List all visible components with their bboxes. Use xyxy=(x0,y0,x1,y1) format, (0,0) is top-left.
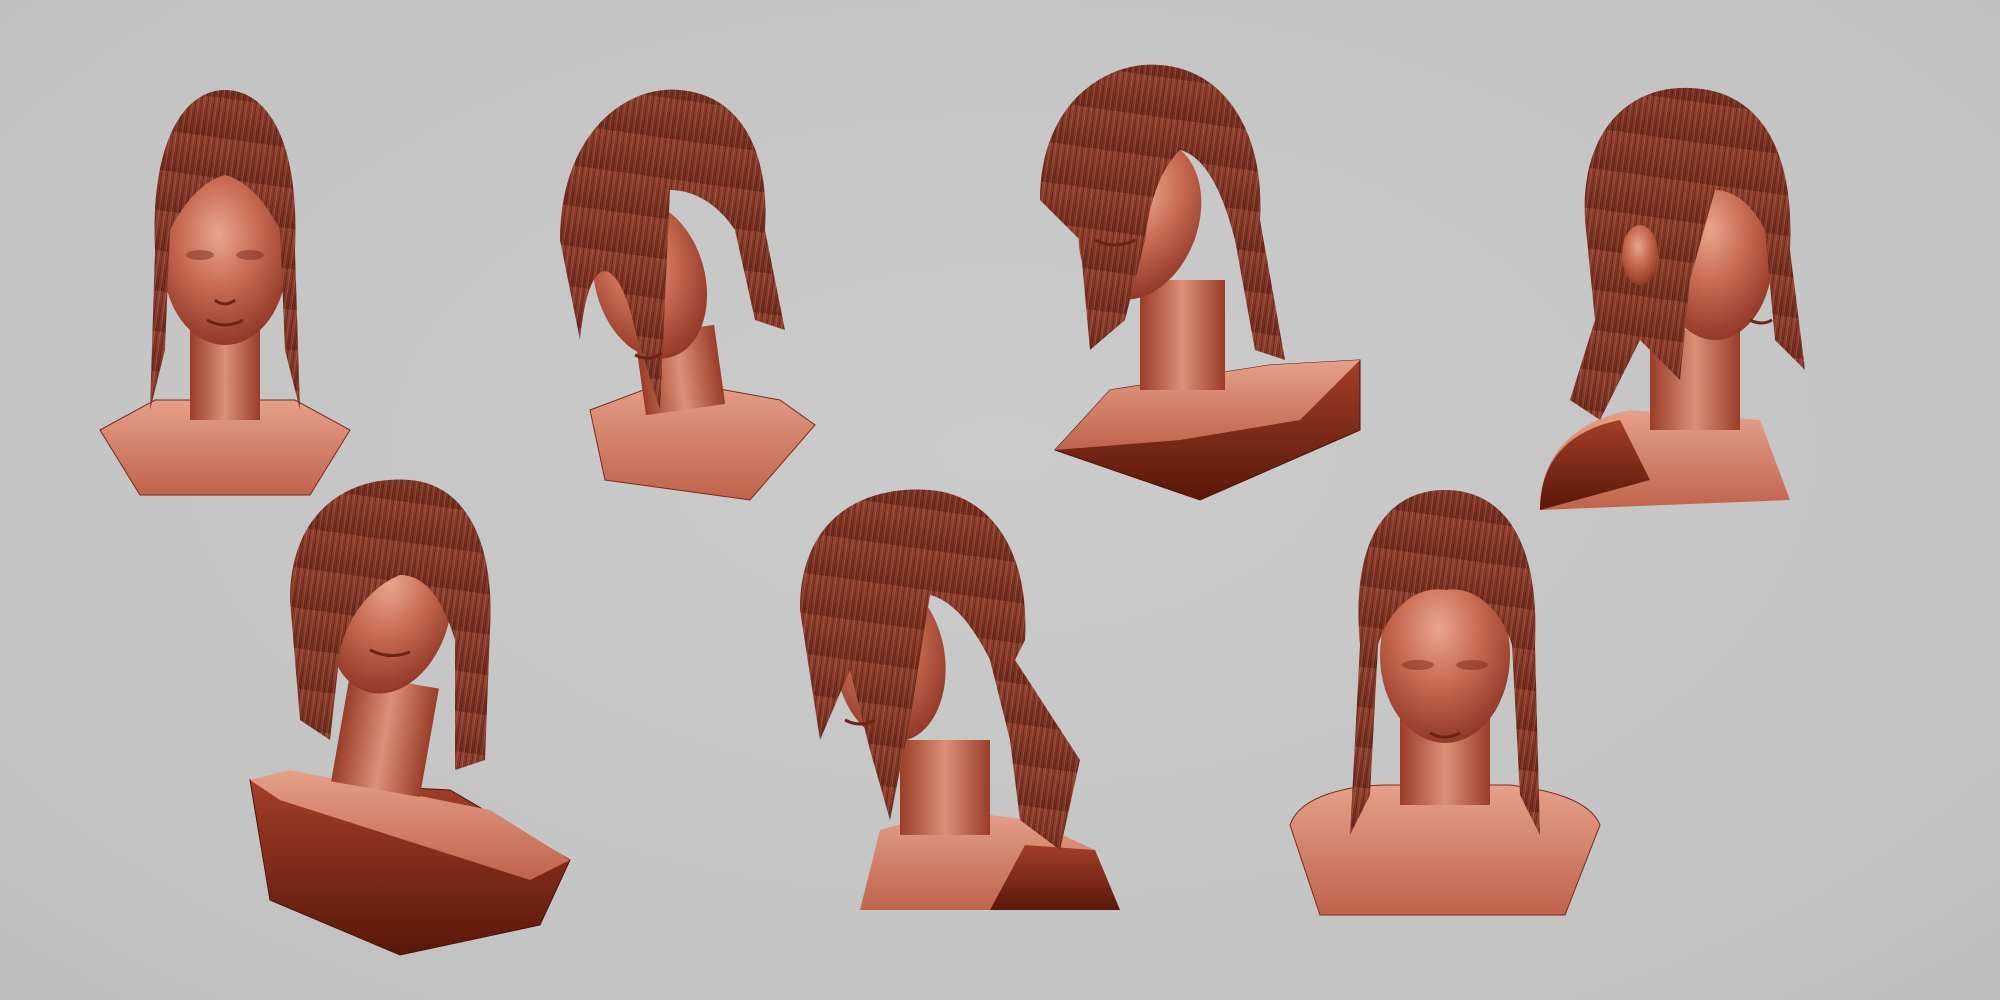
bust-three-quarter-up-view xyxy=(1040,60,1361,501)
bust-low-angle-view xyxy=(249,479,571,956)
bust-right-profile-view xyxy=(1540,80,1805,510)
bust-three-quarter-down-view xyxy=(540,80,816,501)
bust-front-down-view xyxy=(1289,490,1601,916)
bust-left-three-quarter-view xyxy=(790,489,1120,910)
sculpt-turnaround-canvas xyxy=(0,0,2000,1000)
bust-front-view xyxy=(95,80,355,500)
